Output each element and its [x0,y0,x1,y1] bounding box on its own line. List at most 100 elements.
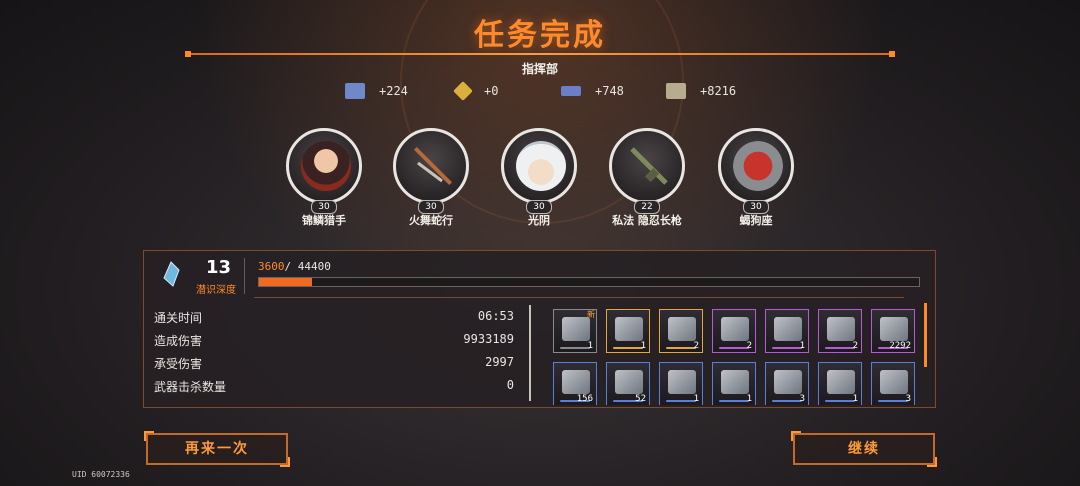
item-count: 52 [635,394,646,404]
reward-gem: +0 [453,80,499,102]
character-level: 30 [311,200,337,214]
item-slot[interactable]: 3 [871,362,915,405]
stat-value: 9933189 [463,332,514,346]
rarity-bar [719,400,749,402]
item-slot[interactable]: 2 [659,309,703,353]
item-count: 2292 [889,341,911,351]
stat-row: 造成伤害 9933189 [154,330,514,353]
user-id: UID 60072336 [72,470,130,479]
gun-mod-item-icon [721,317,749,341]
results-panel: 13 潜识深度 3600/ 44400 通关时间 06:53 造成伤害 993318… [143,250,936,408]
item-slot[interactable]: 1 [712,362,756,405]
xp-total: / 44400 [284,260,331,273]
cube-currency-icon [345,83,365,99]
item-slot[interactable]: 2292 [871,309,915,353]
rarity-bar [560,347,590,349]
capsule-item-icon [562,370,590,394]
character-level: 30 [743,200,769,214]
item-count: 2 [693,341,699,351]
page-title: 任务完成 [474,18,606,53]
stat-label: 武器击杀数量 [154,380,227,394]
reward-amount: +748 [595,84,624,98]
stats-list: 通关时间 06:53 造成伤害 9933189 承受伤害 2997 武器击杀数量 0 [154,307,514,399]
character-portrait [501,128,577,204]
reward-amount: +224 [379,84,408,98]
rarity-bar [719,347,749,349]
blade-item-icon [774,317,802,341]
panel-divider [254,297,904,298]
character-portrait [286,128,362,204]
rarity-bar [772,347,802,349]
item-slot[interactable]: 1 [818,362,862,405]
rarity-bar [613,347,643,349]
character-name: 私法 隐忍长枪 [612,214,682,227]
retry-button[interactable]: 再来一次 [144,431,290,467]
character-level: 30 [418,200,444,214]
case-item-icon [827,317,855,341]
xp-readout: 3600/ 44400 [258,260,331,273]
stat-row: 承受伤害 2997 [154,353,514,376]
depth-header: 13 潜识深度 3600/ 44400 [144,251,935,298]
reward-amount: +0 [484,84,499,98]
mech-scorpion-icon [733,141,783,191]
item-count: 2 [746,341,752,351]
reward-drone: +748 [561,80,624,102]
items-scrollbar[interactable] [924,303,927,367]
gem-currency-icon [453,81,473,101]
white-hair-portrait-icon [516,141,566,191]
character-portrait [609,128,685,204]
xp-progress-bar [258,277,920,287]
item-drop-grid[interactable]: 1新12212229215652113132 [553,309,925,405]
title-divider [185,51,895,57]
character-card[interactable]: 30 蝎狗座 [716,128,796,228]
character-card[interactable]: 22 私法 隐忍长枪 [607,128,687,228]
chip-item-icon [668,317,696,341]
item-count: 1 [640,341,646,351]
item-slot[interactable]: 1新 [553,309,597,353]
item-count: 1 [852,394,858,404]
stat-row: 通关时间 06:53 [154,307,514,330]
crystal-icon [163,261,180,287]
figure-item-icon [562,317,590,341]
item-count: 2 [852,341,858,351]
item-count: 1 [587,341,593,351]
rarity-bar [666,400,696,402]
stat-label: 承受伤害 [154,357,203,371]
gun-mod-item-icon [774,370,802,394]
item-slot[interactable]: 156 [553,362,597,405]
header-divider [244,258,245,294]
item-slot[interactable]: 52 [606,362,650,405]
item-count: 3 [905,394,911,404]
character-level: 30 [526,200,552,214]
character-name: 锦鳞猎手 [302,214,346,227]
character-card[interactable]: 30 锦鳞猎手 [284,128,364,228]
character-card[interactable]: 30 火舞蛇行 [391,128,471,228]
character-portrait [393,128,469,204]
ticket-currency-icon [666,83,686,99]
stat-value: 2997 [485,355,514,369]
item-slot[interactable]: 1 [606,309,650,353]
character-portrait [718,128,794,204]
gun-mod-item-icon [668,370,696,394]
reward-amount: +8216 [700,84,737,98]
character-name: 光阴 [528,214,550,227]
continue-button[interactable]: 继续 [791,431,937,467]
item-slot[interactable]: 2 [818,309,862,353]
item-slot[interactable]: 1 [659,362,703,405]
stats-scroll-track[interactable] [529,305,531,401]
rarity-bar [666,347,696,349]
item-slot[interactable]: 2 [712,309,756,353]
item-count: 156 [576,394,593,404]
item-slot[interactable]: 1 [765,309,809,353]
reward-bar: +224 +0 +748 +8216 [340,80,760,102]
character-card[interactable]: 30 光阴 [499,128,579,228]
rarity-bar [772,400,802,402]
character-name: 火舞蛇行 [409,214,453,227]
reward-cube: +224 [345,80,408,102]
new-badge: 新 [587,310,595,319]
gun-mod-item-icon [880,370,908,394]
item-slot[interactable]: 3 [765,362,809,405]
syringe-item-icon [615,370,643,394]
xp-current: 3600 [258,260,285,273]
gun-mod-item-icon [827,370,855,394]
